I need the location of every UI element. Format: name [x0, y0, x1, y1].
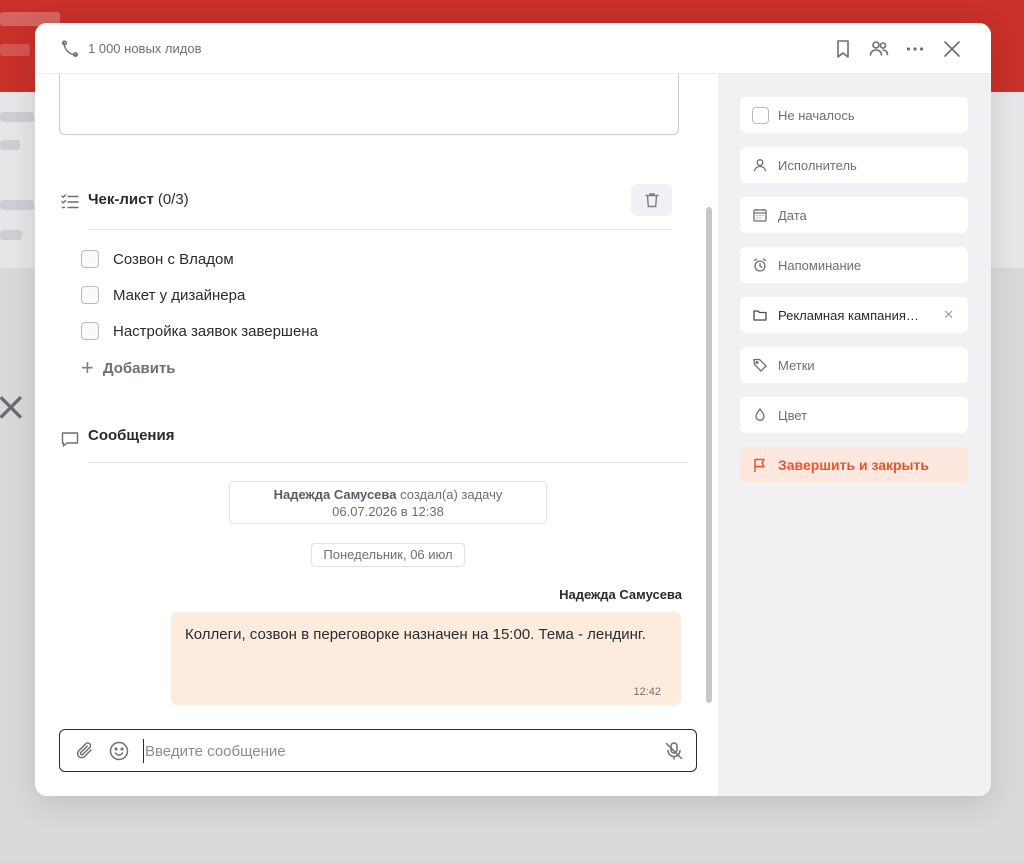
- system-message-author: Надежда Самусева: [273, 487, 397, 502]
- checklist-item-label: Созвон с Владом: [113, 250, 234, 268]
- more-icon[interactable]: [904, 38, 926, 60]
- modal-header: 1 000 новых лидов: [35, 23, 991, 74]
- messages-divider: [88, 462, 688, 463]
- tags-label: Метки: [778, 357, 815, 373]
- delete-checklist-button[interactable]: [631, 184, 672, 216]
- system-message-action: создал(а) задачу: [400, 487, 503, 502]
- checklist-item: Созвон с Владом: [81, 248, 234, 270]
- checklist-item-label: Настройка заявок завершена: [113, 322, 318, 340]
- users-icon[interactable]: [868, 38, 890, 60]
- checklist-heading: Чек-лист (0/3): [88, 191, 189, 208]
- reminder-label: Напоминание: [778, 257, 862, 273]
- add-item-label: Добавить: [102, 359, 176, 377]
- finish-and-close-button[interactable]: Завершить и закрыть: [740, 447, 968, 483]
- checklist-item: Настройка заявок завершена: [81, 320, 318, 342]
- background-row: [0, 112, 34, 122]
- tags-button[interactable]: Метки: [740, 347, 968, 383]
- checklist-icon: [60, 192, 80, 212]
- background-row: [0, 200, 34, 210]
- plus-icon: +: [81, 355, 94, 380]
- drop-icon: [752, 407, 768, 423]
- status-label: Не началось: [778, 107, 855, 123]
- reminder-button[interactable]: Напоминание: [740, 247, 968, 283]
- checklist-item-label: Макет у дизайнера: [113, 286, 246, 304]
- date-label: Дата: [778, 207, 807, 223]
- phone-icon: [61, 40, 79, 58]
- checklist-divider: [88, 229, 672, 230]
- finish-label: Завершить и закрыть: [778, 457, 929, 473]
- message-text: Коллеги, созвон в переговорке назначен н…: [185, 626, 646, 643]
- background-row: [0, 230, 22, 240]
- background-blur: [0, 44, 30, 56]
- message-icon: [60, 429, 80, 449]
- message-composer: [59, 729, 697, 772]
- remove-project-icon[interactable]: ✕: [943, 307, 954, 323]
- background-close-icon: ×: [0, 384, 28, 430]
- attach-icon[interactable]: [74, 740, 96, 762]
- bookmark-icon[interactable]: [832, 38, 854, 60]
- background-row: [0, 140, 20, 150]
- project-button[interactable]: Рекламная кампания… ✕: [740, 297, 968, 333]
- project-label: Рекламная кампания…: [778, 307, 919, 323]
- calendar-icon: [752, 207, 768, 223]
- alarm-icon: [752, 257, 768, 273]
- add-checklist-item-button[interactable]: + Добавить: [81, 355, 176, 380]
- tag-icon: [752, 357, 768, 373]
- task-sidebar: Не началось Исполнитель Дата Напоминание…: [718, 74, 991, 796]
- system-message: Надежда Самусева создал(а) задачу 06.07.…: [229, 481, 547, 524]
- task-body: Чек-лист (0/3) Созвон с Владом Макет у ди…: [35, 68, 718, 796]
- message-input[interactable]: [143, 739, 643, 763]
- color-label: Цвет: [778, 407, 808, 423]
- trash-icon: [644, 193, 659, 208]
- close-icon[interactable]: [941, 38, 963, 60]
- checklist-count: (0/3): [157, 191, 189, 208]
- description-editor[interactable]: [59, 68, 679, 135]
- emoji-icon[interactable]: [108, 740, 130, 762]
- checklist-item: Макет у дизайнера: [81, 284, 245, 306]
- message-time: 12:42: [633, 686, 661, 698]
- system-message-datetime: 06.07.2026 в 12:38: [332, 504, 444, 519]
- assignee-button[interactable]: Исполнитель: [740, 147, 968, 183]
- checklist-checkbox[interactable]: [81, 250, 99, 268]
- flag-icon: [752, 457, 768, 473]
- message-bubble: Коллеги, созвон в переговорке назначен н…: [171, 612, 681, 705]
- mic-off-icon[interactable]: [663, 740, 685, 762]
- day-separator: Понедельник, 06 июл: [311, 543, 465, 567]
- color-button[interactable]: Цвет: [740, 397, 968, 433]
- task-modal: 1 000 новых лидов Чек-лист (0/3) Созвон с: [35, 23, 991, 796]
- assignee-label: Исполнитель: [778, 157, 857, 173]
- scrollbar[interactable]: [706, 207, 712, 703]
- status-checkbox[interactable]: [752, 106, 769, 124]
- message-author: Надежда Самусева: [559, 587, 682, 602]
- folder-icon: [752, 307, 768, 323]
- checklist-checkbox[interactable]: [81, 322, 99, 340]
- user-icon: [752, 157, 768, 173]
- messages-heading: Сообщения: [88, 427, 175, 444]
- date-button[interactable]: Дата: [740, 197, 968, 233]
- task-title: 1 000 новых лидов: [88, 41, 202, 56]
- status-button[interactable]: Не началось: [740, 97, 968, 133]
- checklist-checkbox[interactable]: [81, 286, 99, 304]
- checklist-title: Чек-лист: [88, 191, 154, 208]
